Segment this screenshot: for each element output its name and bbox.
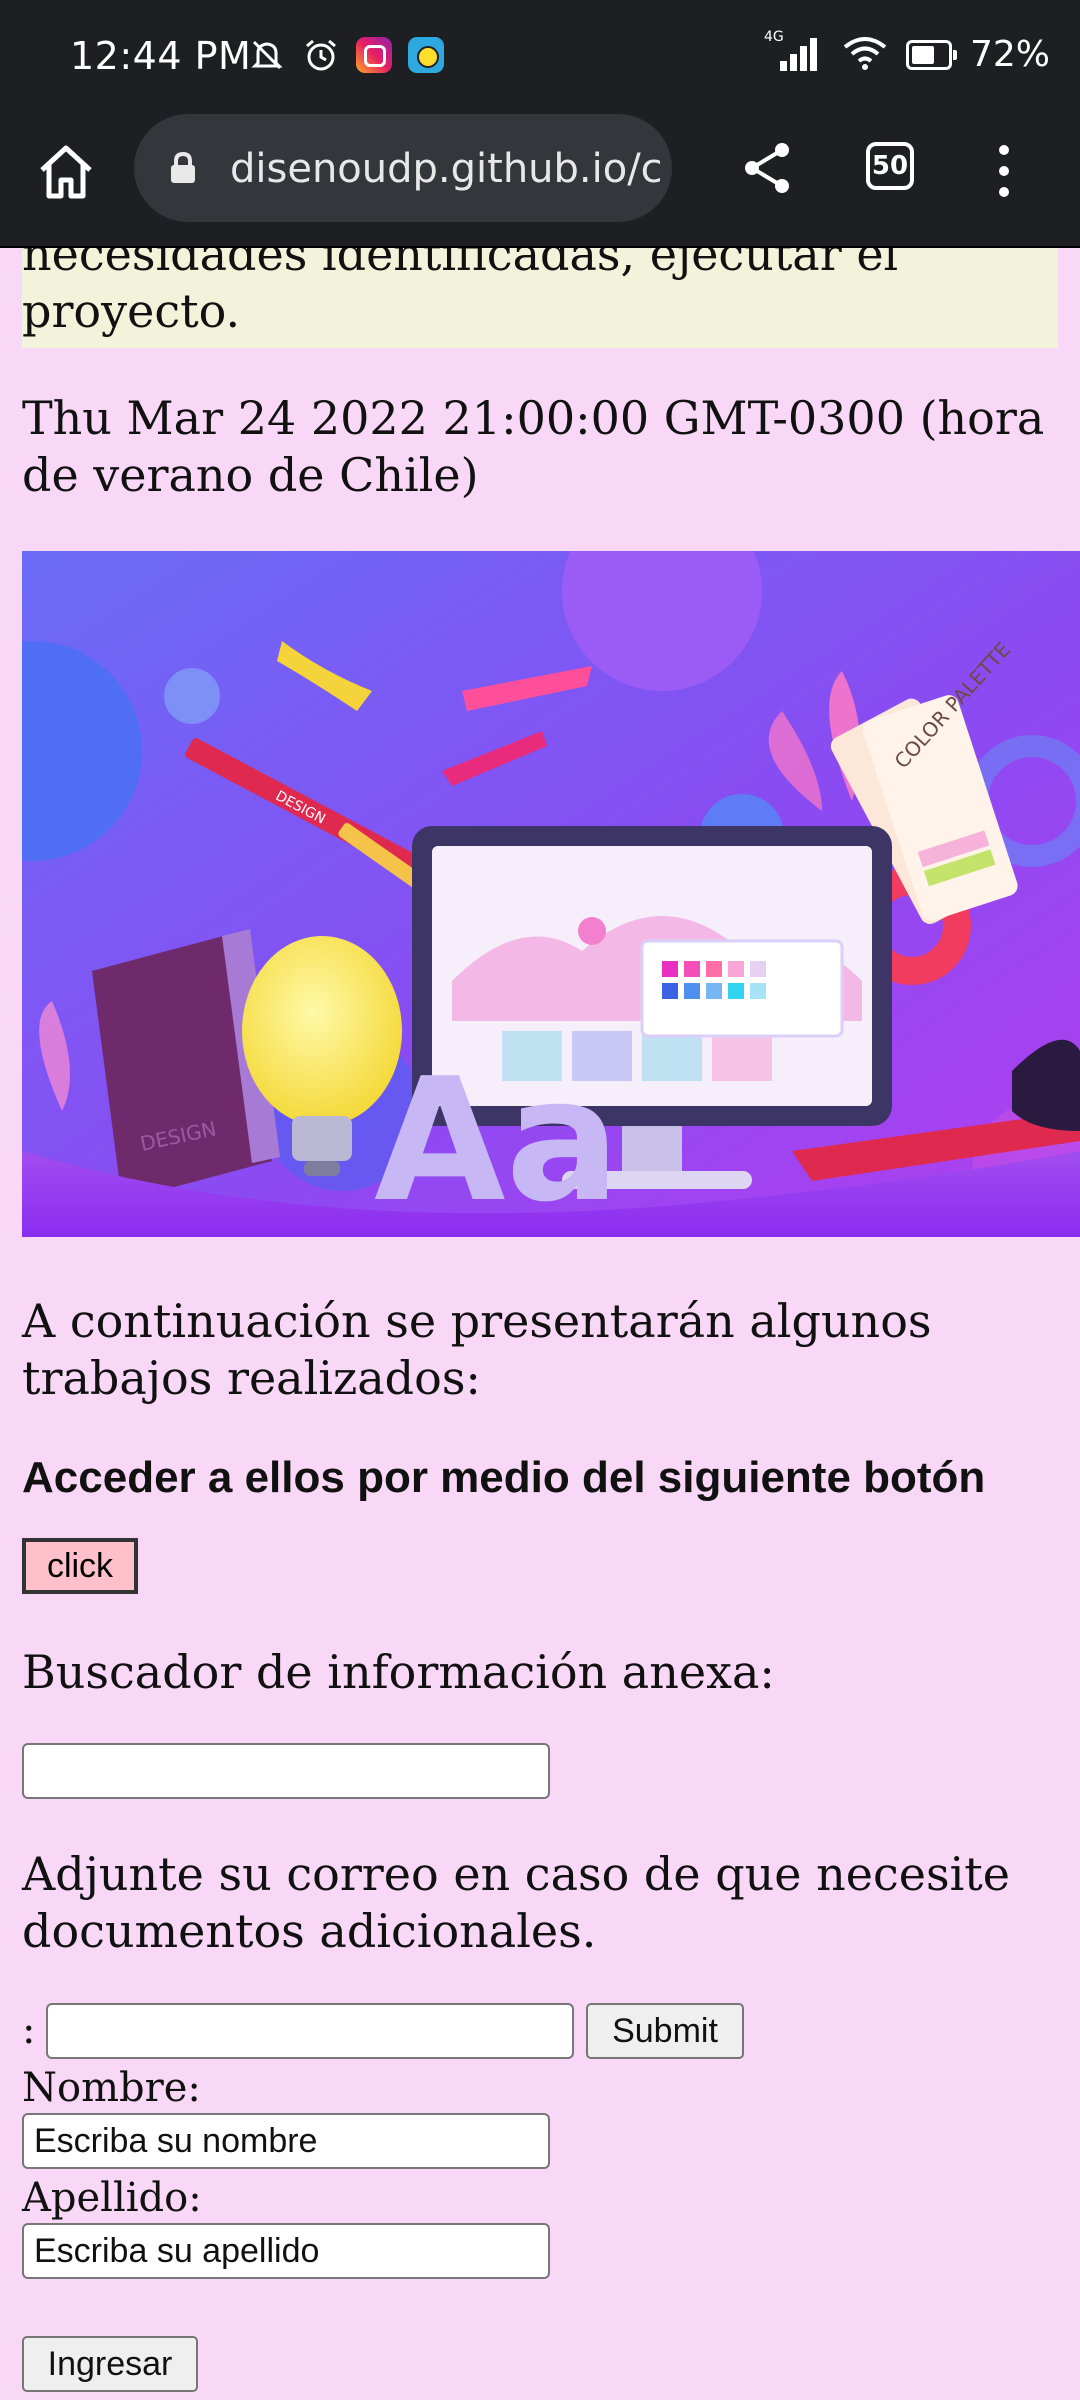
submit-button[interactable]: Submit [586, 2003, 744, 2059]
share-icon[interactable] [738, 138, 798, 198]
web-page: necesidades identificadas, ejecutar el p… [0, 248, 1080, 2400]
status-time: 12:44 PM [70, 34, 252, 78]
address-bar[interactable]: disenoudp.github.io/c [134, 114, 672, 222]
lock-icon [170, 151, 196, 184]
name-label: Nombre: [22, 2065, 201, 2111]
game-app-icon [408, 37, 444, 73]
letters-text: Aa [374, 1042, 620, 1237]
instagram-icon [356, 37, 392, 73]
intro-text: necesidades identificadas, ejecutar el p… [22, 248, 899, 338]
email-prefix: : [22, 2007, 36, 2053]
battery-icon [905, 39, 957, 70]
surname-label: Apellido: [22, 2175, 202, 2221]
network-type: 4G [763, 28, 784, 45]
status-icons-right: 4G 72% [764, 29, 1050, 76]
date-text: Thu Mar 24 2022 21:00:00 GMT-0300 (hora … [22, 391, 1045, 502]
status-icons-left [248, 36, 444, 74]
status-bar: 12:44 PM 4G 72% [0, 0, 1080, 112]
home-icon[interactable] [34, 140, 98, 204]
browser-toolbar: disenoudp.github.io/c 50 [0, 112, 1080, 248]
design-illustration: COLOR PALETTE DESIGN DESIGN Aa [22, 551, 1080, 1237]
mute-icon [248, 36, 286, 74]
alarm-icon [302, 36, 340, 74]
access-heading: Acceder a ellos por medio del siguiente … [22, 1453, 986, 1502]
intro-block: necesidades identificadas, ejecutar el p… [22, 248, 1058, 348]
wifi-icon [842, 35, 888, 75]
works-text: A continuación se presentarán algunos tr… [22, 1294, 932, 1405]
search-label: Buscador de información anexa: [22, 1645, 775, 1699]
more-menu-icon[interactable] [984, 136, 1024, 206]
signal-icon: 4G [764, 29, 824, 75]
email-instructions: Adjunte su correo en caso de que necesit… [22, 1847, 1010, 1958]
login-button[interactable]: Ingresar [22, 2336, 198, 2392]
click-button[interactable]: click [22, 1538, 138, 1594]
name-input[interactable] [22, 2113, 550, 2169]
url-text: disenoudp.github.io/c [230, 146, 660, 192]
surname-input[interactable] [22, 2223, 550, 2279]
tab-switcher-button[interactable]: 50 [866, 142, 914, 190]
search-input[interactable] [22, 1743, 550, 1799]
email-input[interactable] [46, 2003, 574, 2059]
battery-percent: 72% [969, 34, 1050, 75]
